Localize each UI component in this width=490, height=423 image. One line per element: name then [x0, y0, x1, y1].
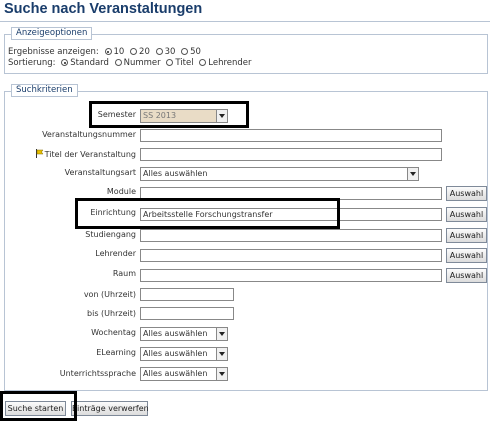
results-20-label[interactable]: 20: [139, 47, 150, 57]
results-label: Ergebnisse anzeigen:: [8, 47, 99, 57]
elearning-select[interactable]: Alles auswählen: [140, 347, 228, 361]
time-to-label: bis (Uhrzeit): [87, 309, 136, 318]
lecturer-select-button[interactable]: Auswahl: [446, 248, 487, 263]
semester-select[interactable]: SS 2013: [140, 109, 228, 123]
weekday-select[interactable]: Alles auswählen: [140, 327, 228, 341]
elearning-value: Alles auswählen: [143, 349, 208, 358]
institution-label: Einrichtung: [90, 208, 136, 217]
time-from-input[interactable]: [140, 288, 234, 301]
event-type-value: Alles auswählen: [143, 169, 208, 178]
results-per-page-row: Ergebnisse anzeigen: 10 20 30 50: [8, 47, 201, 57]
lecturer-label: Lehrender: [95, 249, 136, 258]
weekday-value: Alles auswählen: [143, 329, 208, 338]
event-number-input[interactable]: [140, 129, 442, 142]
chevron-down-icon: [407, 168, 418, 180]
display-options-legend: Anzeigeoptionen: [11, 27, 93, 40]
event-number-label: Veranstaltungsnummer: [42, 130, 136, 139]
results-50-radio[interactable]: [181, 48, 189, 55]
results-20-radio[interactable]: [130, 48, 138, 55]
institution-input[interactable]: Arbeitsstelle Forschungstransfer: [140, 208, 442, 221]
flag-icon: [35, 149, 44, 161]
sort-row: Sortierung: Standard Nummer Titel Lehren…: [8, 58, 252, 68]
sort-number-label[interactable]: Nummer: [124, 58, 161, 68]
modules-input[interactable]: [140, 187, 442, 200]
results-10-label[interactable]: 10: [114, 47, 125, 57]
sort-standard-radio[interactable]: [61, 59, 69, 66]
search-criteria-legend: Suchkriterien: [11, 84, 78, 97]
semester-value: SS 2013: [143, 111, 177, 120]
course-of-study-select-button[interactable]: Auswahl: [446, 228, 487, 243]
elearning-label: ELearning: [96, 348, 136, 357]
language-value: Alles auswählen: [143, 369, 208, 378]
results-30-label[interactable]: 30: [165, 47, 176, 57]
results-10-radio[interactable]: [104, 48, 112, 55]
semester-label: Semester: [97, 110, 136, 119]
chevron-down-icon: [216, 368, 227, 380]
time-to-input[interactable]: [140, 307, 234, 320]
modules-label: Module: [106, 187, 136, 196]
course-of-study-input[interactable]: [140, 229, 442, 242]
event-title-label: Titel der Veranstaltung: [44, 150, 136, 159]
room-label: Raum: [112, 269, 136, 278]
event-type-select[interactable]: Alles auswählen: [140, 167, 419, 181]
event-title-input[interactable]: [140, 148, 442, 161]
sort-lecturer-label[interactable]: Lehrender: [208, 58, 251, 68]
results-30-radio[interactable]: [155, 48, 163, 55]
institution-select-button[interactable]: Auswahl: [446, 207, 487, 222]
search-button[interactable]: Suche starten: [5, 401, 66, 416]
results-50-label[interactable]: 50: [190, 47, 201, 57]
chevron-down-icon: [216, 110, 227, 122]
language-label: Unterrichtssprache: [59, 369, 136, 378]
sort-standard-label[interactable]: Standard: [70, 58, 109, 68]
reset-button[interactable]: Einträge verwerfen: [71, 401, 149, 416]
chevron-down-icon: [216, 348, 227, 360]
sort-lecturer-radio[interactable]: [199, 59, 207, 66]
room-select-button[interactable]: Auswahl: [446, 268, 487, 283]
language-select[interactable]: Alles auswählen: [140, 367, 228, 381]
sort-number-radio[interactable]: [114, 59, 122, 66]
sort-title-radio[interactable]: [166, 59, 174, 66]
sort-label: Sortierung:: [8, 58, 56, 68]
event-title-label-wrap: Titel der Veranstaltung: [0, 149, 136, 161]
weekday-label: Wochentag: [91, 328, 136, 337]
title-divider: [0, 21, 490, 22]
lecturer-input[interactable]: [140, 249, 442, 262]
event-type-label: Veranstaltungsart: [64, 168, 136, 177]
course-of-study-label: Studiengang: [85, 230, 136, 239]
chevron-down-icon: [216, 328, 227, 340]
page-title: Suche nach Veranstaltungen: [4, 1, 203, 17]
sort-title-label[interactable]: Titel: [175, 58, 193, 68]
room-input[interactable]: [140, 269, 442, 282]
modules-select-button[interactable]: Auswahl: [446, 186, 487, 201]
time-from-label: von (Uhrzeit): [83, 290, 136, 299]
